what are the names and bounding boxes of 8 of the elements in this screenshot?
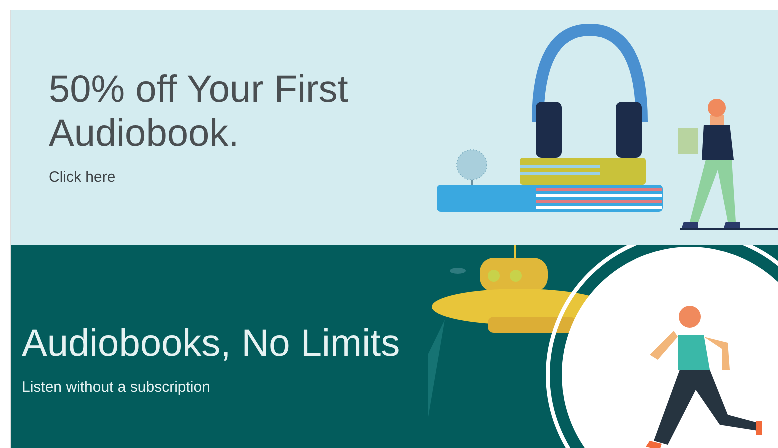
tree-icon: [456, 150, 488, 186]
banner-headline: 50% off Your First Audiobook.: [49, 69, 350, 157]
banner-headline: Audiobooks, No Limits: [22, 323, 402, 367]
banner-subtitle: Listen without a subscription: [22, 378, 212, 396]
fish-icon: [450, 268, 466, 274]
promo-banner[interactable]: Audiobooks, No Limits Listen without a subscription: [11, 245, 778, 448]
click-here-link[interactable]: Click here: [49, 168, 116, 186]
promo-banner[interactable]: 50% off Your First Audiobook. Click here: [11, 10, 778, 245]
